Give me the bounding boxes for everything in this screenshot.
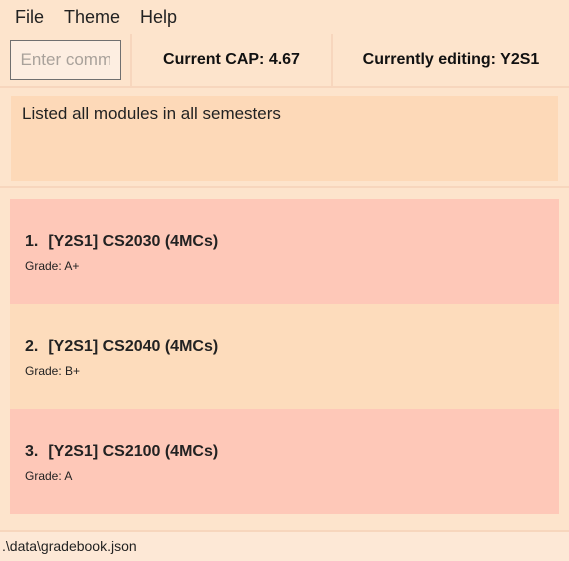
module-name: [Y2S1] CS2040 (4MCs) — [48, 338, 219, 355]
module-index: 3. — [25, 443, 39, 460]
module-grade: Grade: B+ — [25, 364, 81, 378]
command-input[interactable] — [9, 40, 121, 80]
result-display-area: Listed all modules in all semesters — [0, 88, 569, 188]
command-box-container — [0, 34, 132, 86]
module-list[interactable]: 1. [Y2S1] CS2030 (4MCs) Grade: A+ 2. [Y2… — [10, 199, 559, 514]
result-display: Listed all modules in all semesters — [11, 96, 558, 181]
menu-help[interactable]: Help — [130, 7, 187, 28]
module-title: 2. [Y2S1] CS2040 (4MCs) — [25, 338, 544, 356]
module-card[interactable]: 2. [Y2S1] CS2040 (4MCs) Grade: B+ — [10, 304, 559, 409]
menu-theme[interactable]: Theme — [54, 7, 130, 28]
module-name: [Y2S1] CS2030 (4MCs) — [48, 233, 219, 250]
current-cap: Current CAP: 4.67 — [132, 34, 333, 86]
module-index: 2. — [25, 338, 39, 355]
module-name: [Y2S1] CS2100 (4MCs) — [48, 443, 219, 460]
module-card[interactable]: 1. [Y2S1] CS2030 (4MCs) Grade: A+ — [10, 199, 559, 304]
module-title: 3. [Y2S1] CS2100 (4MCs) — [25, 443, 544, 461]
status-bar: .\data\gradebook.json — [0, 530, 569, 561]
module-grade: Grade: A — [25, 469, 73, 483]
module-title: 1. [Y2S1] CS2030 (4MCs) — [25, 233, 544, 251]
menu-file[interactable]: File — [5, 7, 54, 28]
currently-editing: Currently editing: Y2S1 — [362, 51, 540, 68]
module-card[interactable]: 3. [Y2S1] CS2100 (4MCs) Grade: A — [10, 409, 559, 514]
toolbar: Current CAP: 4.67 Currently editing: Y2S… — [0, 34, 569, 88]
menu-bar: File Theme Help — [0, 0, 569, 34]
save-file-path: .\data\gradebook.json — [2, 538, 137, 554]
module-grade: Grade: A+ — [25, 259, 80, 273]
module-index: 1. — [25, 233, 39, 250]
